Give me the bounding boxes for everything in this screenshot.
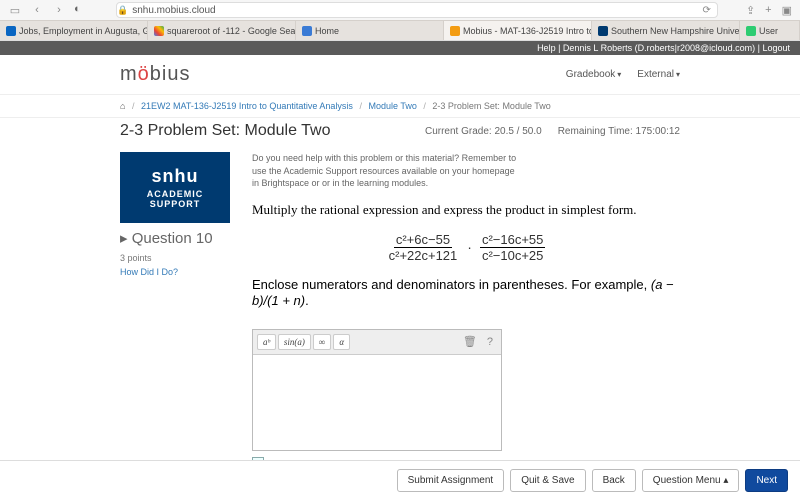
reader-icon[interactable]: ⟳ — [703, 5, 711, 16]
tab-user[interactable]: User — [740, 21, 800, 40]
tab-strip: Jobs, Employment in Augusta, GA | In... … — [0, 20, 800, 40]
help-icon[interactable]: ? — [483, 336, 497, 348]
help-bar-text[interactable]: Help | Dennis L Roberts (D.roberts|r2008… — [537, 43, 790, 53]
url-bar[interactable]: 🔒 snhu.mobius.cloud ⟳ — [116, 2, 718, 18]
tool-infinity[interactable]: ∞ — [313, 334, 331, 350]
menu-external[interactable]: External▾ — [637, 69, 680, 80]
submit-button[interactable]: Submit Assignment — [397, 469, 505, 492]
share-icon[interactable]: ⇪ — [746, 4, 755, 17]
mobius-icon — [450, 26, 460, 36]
help-bar: Help | Dennis L Roberts (D.roberts|r2008… — [0, 41, 800, 55]
breadcrumb-module[interactable]: Module Two — [368, 101, 416, 111]
tab-mobius[interactable]: Mobius - MAT-136-J2519 Intro to Qua... — [444, 21, 592, 40]
breadcrumb-course[interactable]: 21EW2 MAT-136-J2519 Intro to Quantitativ… — [141, 101, 353, 111]
new-tab-icon[interactable]: + — [765, 4, 771, 17]
shield-icon[interactable]: ◐ — [74, 3, 88, 17]
academic-support-banner[interactable]: snhu ACADEMIC SUPPORT — [120, 152, 230, 223]
breadcrumb-home-icon[interactable]: ⌂ — [120, 101, 125, 111]
sidebar-toggle-icon[interactable]: ▭ — [8, 3, 22, 17]
help-text: Do you need help with this problem or th… — [252, 152, 522, 190]
chevron-down-icon: ▾ — [676, 70, 680, 79]
chevron-down-icon: ▾ — [617, 70, 621, 79]
back-button[interactable]: Back — [592, 469, 636, 492]
forward-icon[interactable]: › — [52, 3, 66, 17]
hint-text: Enclose numerators and denominators in p… — [252, 277, 680, 309]
home-icon — [302, 26, 312, 36]
problem-instruction: Multiply the rational expression and exp… — [252, 202, 680, 218]
how-did-i-do-link[interactable]: How Did I Do? — [120, 267, 230, 277]
tool-sin[interactable]: sin(a) — [278, 334, 311, 350]
tab-home[interactable]: Home — [296, 21, 444, 40]
menu-gradebook[interactable]: Gradebook▾ — [566, 69, 622, 80]
footer-bar: Submit Assignment Quit & Save Back Quest… — [0, 460, 800, 500]
question-menu-button[interactable]: Question Menu ▴ — [642, 469, 740, 492]
tab-google[interactable]: squareroot of -112 - Google Search — [148, 21, 296, 40]
page-title: 2-3 Problem Set: Module Two — [120, 122, 330, 140]
snhu-icon — [598, 26, 608, 36]
current-grade: Current Grade: 20.5 / 50.0 — [425, 126, 542, 137]
quit-save-button[interactable]: Quit & Save — [510, 469, 585, 492]
tabs-icon[interactable]: ▣ — [782, 4, 792, 17]
back-icon[interactable]: ‹ — [30, 3, 44, 17]
linkedin-icon — [6, 26, 16, 36]
answer-box: aᵇ sin(a) ∞ α 🗑 ? — [252, 329, 502, 451]
math-expression: c²+6c−55c²+22c+121 · c²−16c+55c²−10c+25 — [252, 232, 680, 263]
next-button[interactable]: Next — [745, 469, 788, 492]
google-icon — [154, 26, 164, 36]
remaining-time: Remaining Time: 175:00:12 — [558, 126, 680, 137]
question-label: ▸ Question 10 — [120, 229, 230, 247]
tool-alpha[interactable]: α — [333, 334, 350, 350]
points-label: 3 points — [120, 253, 230, 263]
url-text: snhu.mobius.cloud — [132, 5, 215, 16]
tool-exponent[interactable]: aᵇ — [257, 334, 276, 350]
trash-icon[interactable]: 🗑 — [459, 335, 481, 348]
breadcrumb-current: 2-3 Problem Set: Module Two — [432, 101, 550, 111]
answer-input[interactable] — [253, 355, 501, 450]
mobius-logo[interactable]: möbius — [120, 63, 191, 86]
breadcrumb: ⌂ / 21EW2 MAT-136-J2519 Intro to Quantit… — [0, 95, 800, 118]
user-icon — [746, 26, 756, 36]
tab-jobs[interactable]: Jobs, Employment in Augusta, GA | In... — [0, 21, 148, 40]
lock-icon: 🔒 — [117, 5, 128, 16]
tab-snhu[interactable]: Southern New Hampshire University -... — [592, 21, 740, 40]
chevron-up-icon: ▴ — [723, 475, 728, 486]
